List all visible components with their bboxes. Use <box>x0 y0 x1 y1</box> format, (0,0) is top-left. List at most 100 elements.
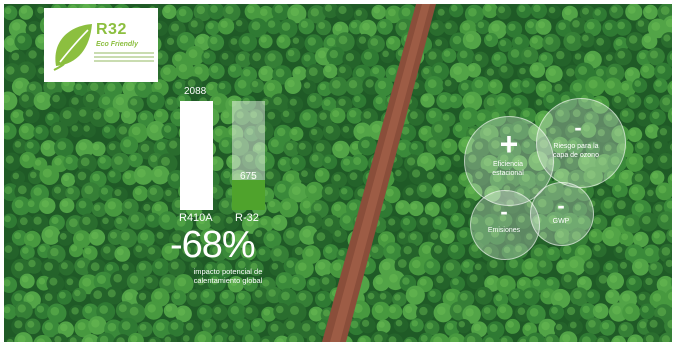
tree-highlight <box>85 93 95 103</box>
tree-highlight <box>323 309 330 317</box>
tree-highlight <box>316 170 324 177</box>
tree-highlight <box>149 124 159 134</box>
tree-highlight <box>279 158 287 166</box>
tree-highlight <box>474 79 484 89</box>
tree-highlight <box>247 5 255 14</box>
tree-highlight <box>554 83 563 92</box>
tree-highlight <box>171 23 179 32</box>
tree-highlight <box>310 8 319 17</box>
tree-highlight <box>267 53 276 62</box>
tree-highlight <box>50 306 60 316</box>
tree-highlight <box>67 187 74 195</box>
tree-highlight <box>154 168 163 178</box>
tree-highlight <box>318 22 326 29</box>
tree-highlight <box>47 113 54 121</box>
tree-highlight <box>228 335 235 342</box>
tree-highlight <box>443 141 452 149</box>
tree-highlight <box>558 22 566 30</box>
tree-highlight <box>221 322 229 329</box>
tree-highlight <box>519 67 526 75</box>
minus-icon: - <box>557 193 565 218</box>
tree-highlight <box>362 22 370 31</box>
tree-highlight <box>41 200 49 208</box>
tree-highlight <box>375 277 384 285</box>
tree-highlight <box>78 200 87 209</box>
tree-highlight <box>236 19 243 27</box>
tree-highlight <box>411 320 418 327</box>
bubble-ozone-label: Riesgo para la capa de ozono <box>553 143 599 159</box>
tree-highlight <box>522 110 530 118</box>
tree-highlight <box>315 143 325 152</box>
tree-highlight <box>82 216 91 226</box>
tree-highlight <box>397 202 405 209</box>
tree-highlight <box>343 158 350 166</box>
tree-highlight <box>77 260 86 269</box>
tree-highlight <box>93 290 103 300</box>
tree-highlight <box>545 36 554 45</box>
tree-highlight <box>614 218 623 227</box>
tree-highlight <box>566 35 576 44</box>
tree-highlight <box>625 306 634 315</box>
tree-highlight <box>27 200 35 208</box>
tree-highlight <box>20 64 29 74</box>
tree-highlight <box>426 171 435 180</box>
tree-highlight <box>139 324 147 331</box>
tree-highlight <box>350 21 358 29</box>
tree-highlight <box>28 23 37 32</box>
tree-highlight <box>14 141 22 148</box>
tree-highlight <box>566 68 575 77</box>
tree-highlight <box>268 200 276 208</box>
tree-highlight <box>513 97 522 106</box>
tree-highlight <box>241 36 250 45</box>
tree-highlight <box>212 215 221 224</box>
tree-highlight <box>177 308 186 316</box>
tree-highlight <box>412 169 421 178</box>
tree-highlight <box>590 230 598 238</box>
tree-highlight <box>615 246 623 254</box>
tree-highlight <box>62 174 70 182</box>
tree-highlight <box>534 247 543 257</box>
tree-highlight <box>621 172 629 180</box>
tree-highlight <box>621 110 629 117</box>
tree-highlight <box>612 305 621 315</box>
tree-highlight <box>483 307 491 314</box>
tree-highlight <box>579 278 586 285</box>
tree-highlight <box>118 126 128 135</box>
tree-highlight <box>628 156 638 165</box>
tree-highlight <box>433 245 443 254</box>
tree-highlight <box>660 214 669 223</box>
tree-highlight <box>311 154 319 162</box>
tree-highlight <box>291 157 300 165</box>
tree-highlight <box>562 245 572 255</box>
tree-highlight <box>654 141 662 149</box>
tree-highlight <box>324 218 334 227</box>
tree-highlight <box>106 264 114 271</box>
tree-highlight <box>281 291 290 301</box>
tree-highlight <box>522 80 530 88</box>
tree-highlight <box>639 321 647 329</box>
tree-highlight <box>586 261 594 269</box>
tree-highlight <box>629 129 637 136</box>
tree-highlight <box>324 186 333 195</box>
tree-highlight <box>210 5 218 13</box>
tree-highlight <box>604 22 613 31</box>
tree-highlight <box>533 4 541 13</box>
tree-highlight <box>273 248 282 257</box>
tree-highlight <box>473 323 481 331</box>
tree-highlight <box>531 37 538 44</box>
tree-highlight <box>609 275 618 283</box>
tree-highlight <box>451 185 459 193</box>
tree-highlight <box>252 52 262 62</box>
tree-highlight <box>325 125 334 134</box>
tree-highlight <box>443 201 452 209</box>
tree-highlight <box>348 80 358 89</box>
tree-highlight <box>452 215 459 222</box>
tree-highlight <box>131 126 141 136</box>
tree-highlight <box>389 306 396 314</box>
tree-highlight <box>605 54 613 61</box>
tree-highlight <box>178 8 187 17</box>
tree-highlight <box>302 112 311 121</box>
tree-highlight <box>317 50 326 59</box>
tree-highlight <box>349 172 358 181</box>
tree-highlight <box>410 203 418 210</box>
